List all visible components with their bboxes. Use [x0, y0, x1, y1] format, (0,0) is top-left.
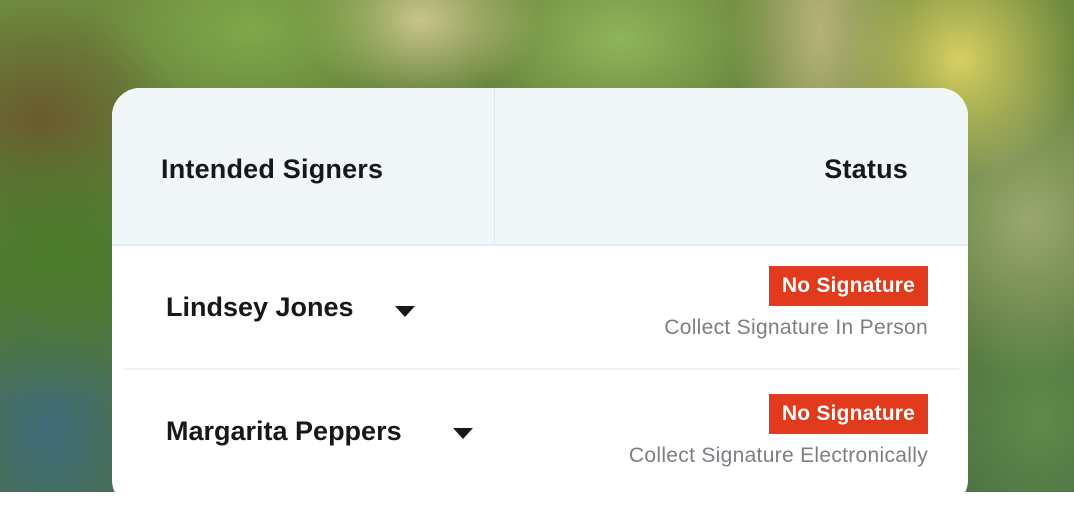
- signer-name: Margarita Peppers: [166, 416, 402, 446]
- table-header: Intended Signers Status: [112, 88, 968, 246]
- status-badge: No Signature: [768, 266, 928, 306]
- table-row: Margarita Peppers No Signature Collect S…: [123, 370, 959, 508]
- column-header-intended-signers: Intended Signers: [161, 154, 384, 184]
- signature-method-text: Collect Signature In Person: [664, 316, 928, 339]
- caret-down-icon[interactable]: [395, 306, 415, 317]
- signer-name: Lindsey Jones: [166, 292, 354, 322]
- signature-method-text: Collect Signature Electronically: [628, 444, 928, 467]
- table-row: Lindsey Jones No Signature Collect Signa…: [123, 246, 959, 370]
- column-header-status: Status: [824, 154, 908, 184]
- header-divider: [494, 88, 495, 244]
- signers-table-card: Intended Signers Status Lindsey Jones No…: [112, 88, 968, 508]
- status-badge: No Signature: [768, 394, 928, 434]
- caret-down-icon[interactable]: [453, 428, 473, 439]
